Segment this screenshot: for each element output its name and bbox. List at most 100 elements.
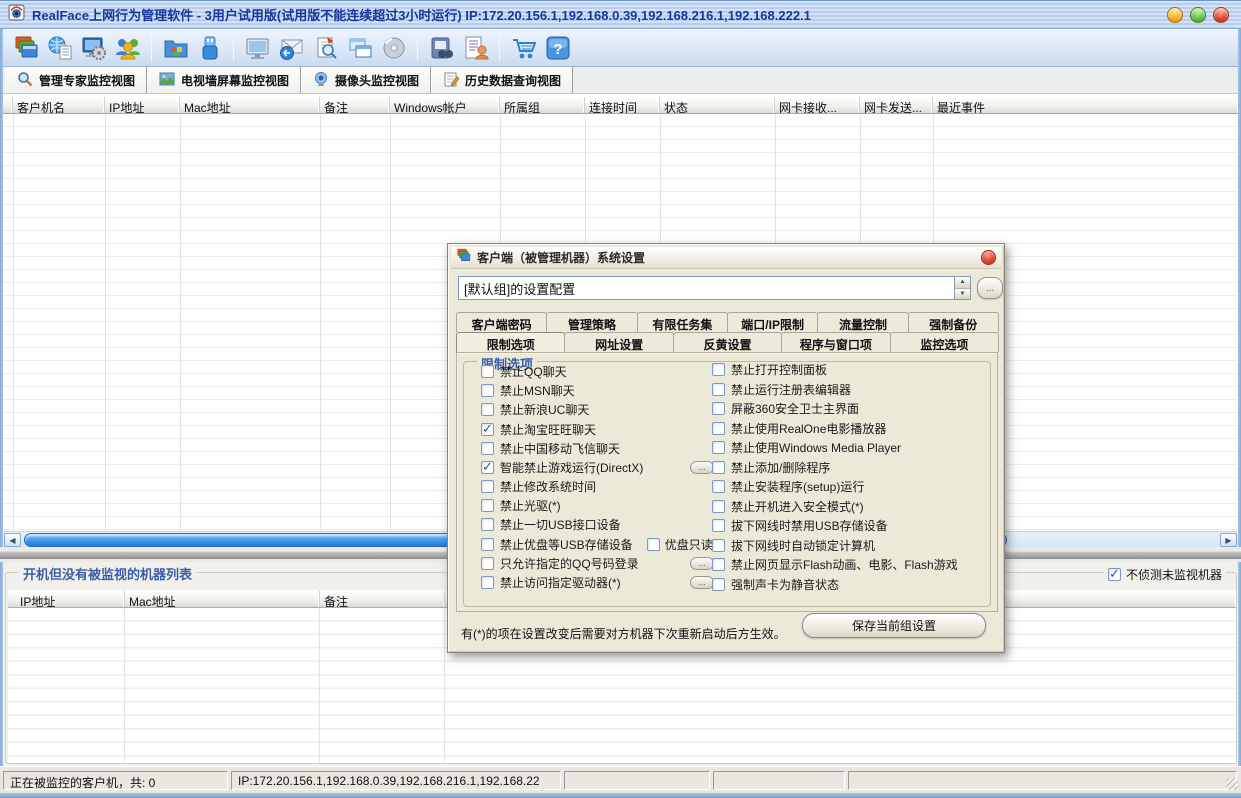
spin-up-icon[interactable]: ▲ [955,277,970,289]
checkbox[interactable] [712,500,725,513]
check-label[interactable]: 优盘只读 [665,536,713,553]
tab-restrict-options[interactable]: 限制选项 [456,332,565,352]
col-mac[interactable]: Mac地址 [180,97,320,113]
checkbox[interactable] [712,519,725,532]
check-label[interactable]: 拔下网线时禁用USB存储设备 [731,517,888,534]
check-label[interactable]: 禁止优盘等USB存储设备 [500,536,633,553]
check-label[interactable]: 禁止修改系统时间 [500,478,596,495]
checkbox[interactable] [712,383,725,396]
maximize-button[interactable] [1190,7,1206,23]
check-label[interactable]: 禁止添加/删除程序 [731,459,830,476]
user-list-icon[interactable] [461,33,490,63]
checkbox[interactable] [712,422,725,435]
check-label[interactable]: 禁止访问指定驱动器(*) [500,574,621,591]
tab-expert-monitor-view[interactable]: 管理专家监控视图 [5,67,147,93]
col-remark[interactable]: 备注 [320,97,390,113]
check-label[interactable]: 禁止运行注册表编辑器 [731,381,851,398]
tab-client-password[interactable]: 客户端密码 [456,312,547,332]
col-ip[interactable]: IP地址 [105,97,180,113]
col-ip[interactable]: IP地址 [8,591,125,607]
checkbox[interactable] [712,578,725,591]
col-connect-time[interactable]: 连接时间 [585,97,660,113]
minimize-button[interactable] [1167,7,1183,23]
checkbox[interactable] [481,518,494,531]
more-options-button[interactable]: ... [690,557,714,570]
tab-forced-backup[interactable]: 强制备份 [908,312,999,332]
col-group[interactable]: 所属组 [500,97,585,113]
check-label[interactable]: 拔下网线时自动锁定计算机 [731,537,875,554]
col-status[interactable]: 状态 [660,97,775,113]
addressbook-search-icon[interactable] [427,33,456,63]
help-icon[interactable]: ? [543,33,572,63]
tab-limited-tasks[interactable]: 有限任务集 [637,312,728,332]
check-label[interactable]: 禁止使用Windows Media Player [731,439,901,456]
check-label[interactable]: 禁止开机进入安全模式(*) [731,498,864,515]
check-label[interactable]: 禁止网页显示Flash动画、电影、Flash游戏 [731,556,958,573]
col-recent-event[interactable]: 最近事件 [933,97,1238,113]
checkbox[interactable] [481,365,494,378]
checkbox[interactable] [712,461,725,474]
tab-manage-policy[interactable]: 管理策略 [546,312,637,332]
checkbox[interactable] [481,384,494,397]
checkbox[interactable] [481,538,494,551]
save-group-settings-button[interactable]: 保存当前组设置 [802,613,986,638]
col-net-send[interactable]: 网卡发送... [860,97,933,113]
scroll-left-arrow-icon[interactable]: ◀ [4,533,21,547]
group-config-combobox[interactable]: [默认组]的设置配置 ▲▼ [458,276,971,300]
dialog-close-button[interactable] [981,250,996,265]
col-windows-account[interactable]: Windows帐户 [390,97,500,113]
checkbox[interactable] [712,402,725,415]
tab-url-settings[interactable]: 网址设置 [564,332,673,352]
col-mac[interactable]: Mac地址 [125,591,320,607]
check-label[interactable]: 禁止新浪UC聊天 [500,401,589,418]
checkbox[interactable] [481,499,494,512]
disc-icon[interactable] [379,33,408,63]
tab-traffic-control[interactable]: 流量控制 [817,312,908,332]
browse-button[interactable]: ... [977,277,1003,299]
no-detect-checkbox[interactable] [1108,568,1121,581]
user-group-icon[interactable] [113,33,142,63]
spin-down-icon[interactable]: ▼ [955,289,970,300]
check-label[interactable]: 禁止中国移动飞信聊天 [500,440,620,457]
checkbox[interactable] [481,423,494,436]
check-label[interactable]: 只允许指定的QQ号码登录 [500,555,639,572]
checkbox[interactable] [481,480,494,493]
tab-port-ip-limit[interactable]: 端口/IP限制 [727,312,818,332]
checkbox[interactable] [712,441,725,454]
file-search-icon[interactable] [311,33,340,63]
check-label[interactable]: 智能禁止游戏运行(DirectX) [500,459,643,476]
title-bar[interactable]: RealFace上网行为管理软件 - 3用户试用版(试用版不能连续超过3小时运行… [0,0,1241,29]
check-label[interactable]: 屏蔽360安全卫士主界面 [731,400,859,417]
check-label[interactable]: 禁止一切USB接口设备 [500,516,621,533]
col-client-name[interactable]: 客户机名 [13,97,105,113]
resize-grip[interactable] [1226,778,1238,790]
dialog-title-bar[interactable]: 客户端（被管理机器）系统设置 [451,247,1001,269]
check-label[interactable]: 禁止使用RealOne电影播放器 [731,420,886,437]
mail-return-icon[interactable] [277,33,306,63]
checkbox[interactable] [712,539,725,552]
monitor-icon[interactable] [243,33,272,63]
check-label[interactable]: 禁止光驱(*) [500,497,561,514]
col-remark[interactable]: 备注 [320,591,445,607]
window-panels-icon[interactable] [11,33,40,63]
check-label[interactable]: 禁止安装程序(setup)运行 [731,478,864,495]
screen-settings-icon[interactable] [79,33,108,63]
close-button[interactable] [1213,7,1229,23]
tab-program-window[interactable]: 程序与窗口项 [781,332,890,352]
no-detect-label[interactable]: 不侦测未监视机器 [1126,566,1222,583]
checkbox[interactable] [712,480,725,493]
checkbox[interactable] [481,557,494,570]
checkbox[interactable] [481,442,494,455]
checkbox[interactable] [712,363,725,376]
checkbox[interactable] [647,538,660,551]
checkbox[interactable] [481,403,494,416]
more-options-button[interactable]: ... [690,576,714,589]
check-label[interactable]: 禁止打开控制面板 [731,361,827,378]
tab-camera-view[interactable]: 摄像头监控视图 [301,67,431,93]
check-label[interactable]: 禁止QQ聊天 [500,363,567,380]
checkbox[interactable] [712,558,725,571]
check-label[interactable]: 禁止MSN聊天 [500,382,575,399]
check-label[interactable]: 强制声卡为静音状态 [731,576,839,593]
checkbox[interactable] [481,576,494,589]
folder-apps-icon[interactable] [161,33,190,63]
